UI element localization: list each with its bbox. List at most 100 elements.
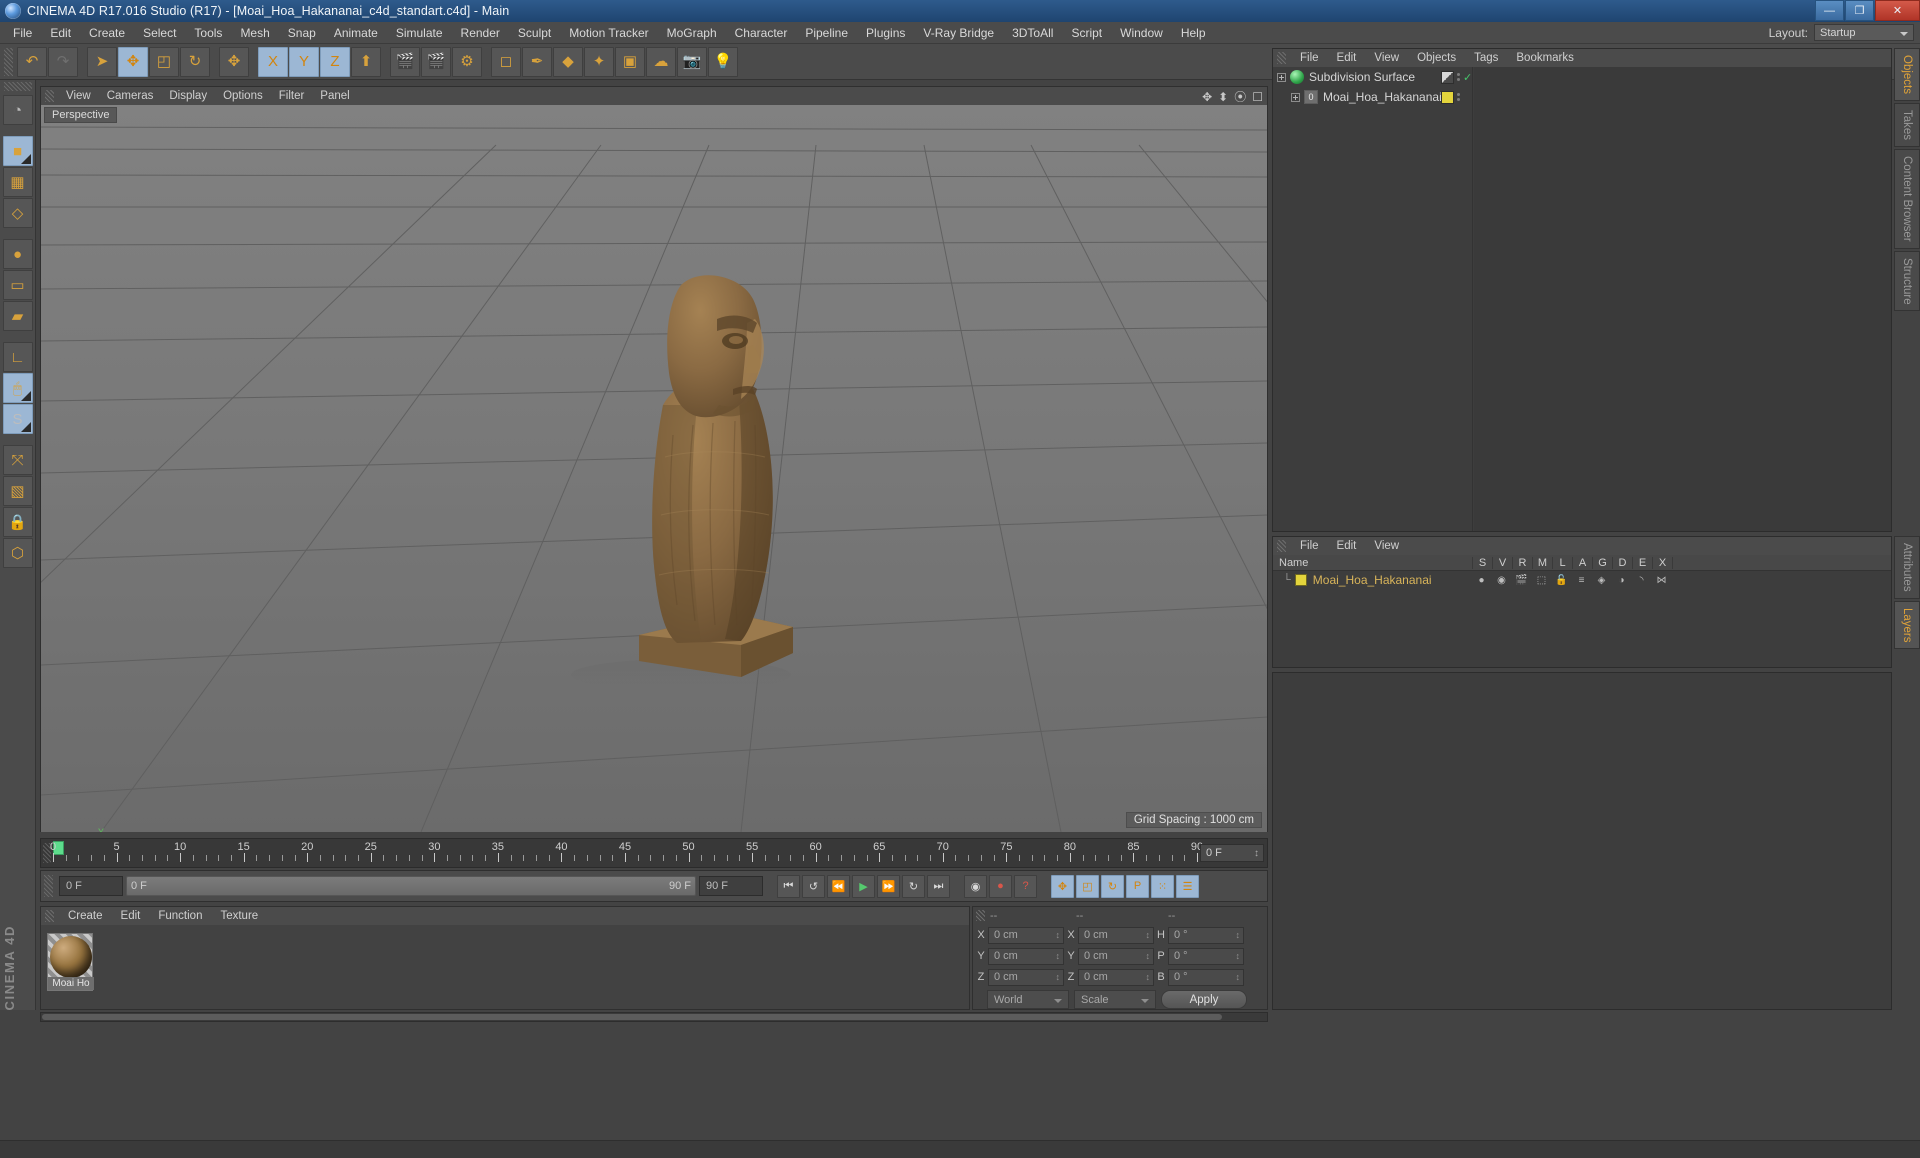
y-axis-lock-icon[interactable]: Y bbox=[289, 46, 319, 77]
material-menu-edit[interactable]: Edit bbox=[112, 910, 150, 922]
layer-toggle-s-icon[interactable]: ● bbox=[1475, 575, 1488, 586]
timeline-ticks[interactable]: 0 5 10 15 20 25 30 35 40 45 50 55 60 65 70 75 80 85 90 bbox=[50, 839, 1203, 868]
menu-script[interactable]: Script bbox=[1062, 22, 1111, 44]
go-to-start-button[interactable]: ⏮ bbox=[777, 874, 800, 898]
menu-edit[interactable]: Edit bbox=[41, 22, 80, 44]
menu-animate[interactable]: Animate bbox=[325, 22, 387, 44]
scale-tool-icon[interactable]: ◰ bbox=[149, 46, 179, 77]
maximize-button[interactable]: ❐ bbox=[1845, 0, 1874, 21]
menu-file[interactable]: File bbox=[4, 22, 41, 44]
polygons-mode-icon[interactable]: ▰ bbox=[2, 301, 33, 331]
layer-color-swatch[interactable] bbox=[1294, 574, 1307, 586]
viewport-menu-view[interactable]: View bbox=[58, 90, 99, 102]
axis-mode-icon[interactable]: ∟ bbox=[2, 342, 33, 372]
model-mode-icon[interactable]: ■ bbox=[2, 136, 33, 166]
rotate-tool-icon[interactable]: ↻ bbox=[180, 46, 210, 77]
position-keyframe-button[interactable]: ✥ bbox=[1051, 874, 1074, 898]
object-row[interactable]: 0 Moai_Hoa_Hakananai bbox=[1273, 87, 1472, 107]
enable-axis-modification-icon[interactable]: 🖱 bbox=[2, 373, 33, 403]
material-menu-create[interactable]: Create bbox=[59, 910, 112, 922]
add-deformer-icon[interactable]: ▣ bbox=[615, 46, 645, 77]
undo-icon[interactable]: ↶ bbox=[17, 46, 47, 77]
object-menu-objects[interactable]: Objects bbox=[1408, 52, 1465, 64]
rotation-keyframe-button[interactable]: ↻ bbox=[1101, 874, 1124, 898]
mode-toolbar-grip[interactable] bbox=[3, 82, 32, 91]
layer-menu-view[interactable]: View bbox=[1365, 540, 1408, 552]
workplane-snapping-icon[interactable]: ⬡ bbox=[2, 538, 33, 568]
layer-toggle-x-icon[interactable]: ⋈ bbox=[1655, 575, 1668, 586]
close-button[interactable]: ✕ bbox=[1875, 0, 1920, 21]
spinner-icon[interactable]: ↕ bbox=[1236, 930, 1241, 940]
layer-menu-edit[interactable]: Edit bbox=[1328, 540, 1366, 552]
object-menu-edit[interactable]: Edit bbox=[1328, 52, 1366, 64]
dock-tab-content-browser[interactable]: Content Browser bbox=[1894, 149, 1920, 249]
add-camera-icon[interactable]: 📷 bbox=[677, 46, 707, 77]
menu-pipeline[interactable]: Pipeline bbox=[796, 22, 857, 44]
visibility-dots-icon[interactable] bbox=[1457, 73, 1460, 81]
menu-mesh[interactable]: Mesh bbox=[231, 22, 278, 44]
rotation-h-field[interactable]: 0 ° ↕ bbox=[1168, 926, 1244, 944]
layout-select[interactable]: Startup bbox=[1814, 24, 1914, 41]
current-frame-field[interactable]: 0 F bbox=[59, 876, 123, 896]
viewport-menu-cameras[interactable]: Cameras bbox=[99, 90, 162, 102]
keyframe-selection-button[interactable]: ? bbox=[1014, 874, 1037, 898]
dock-tab-layers[interactable]: Layers bbox=[1894, 600, 1920, 650]
material-menu-texture[interactable]: Texture bbox=[211, 910, 267, 922]
rotation-b-field[interactable]: 0 ° ↕ bbox=[1168, 968, 1244, 986]
rotate-view-icon[interactable]: ⦿ bbox=[1234, 88, 1246, 105]
layer-toggle-v-icon[interactable]: ◉ bbox=[1495, 575, 1508, 586]
menu-snap[interactable]: Snap bbox=[279, 22, 325, 44]
viewport-menu-display[interactable]: Display bbox=[161, 90, 215, 102]
menu-help[interactable]: Help bbox=[1172, 22, 1215, 44]
object-row[interactable]: Subdivision Surface ✓ bbox=[1273, 67, 1472, 87]
menu-3dtoall[interactable]: 3DToAll bbox=[1003, 22, 1062, 44]
scale-keyframe-button[interactable]: ◰ bbox=[1076, 874, 1099, 898]
animbar-grip[interactable] bbox=[44, 875, 53, 897]
material-manager-grip[interactable] bbox=[45, 910, 54, 922]
size-x-field[interactable]: 0 cm ↕ bbox=[1078, 926, 1154, 944]
menu-motion-tracker[interactable]: Motion Tracker bbox=[560, 22, 657, 44]
timeline-current-frame[interactable]: 0 F bbox=[1200, 844, 1264, 862]
step-forward-button[interactable]: ⏩ bbox=[877, 874, 900, 898]
render-view-icon[interactable]: 🎬 bbox=[390, 46, 420, 77]
timeline-ruler[interactable]: 0 5 10 15 20 25 30 35 40 45 50 55 60 65 70 75 80 85 90 0 F bbox=[40, 838, 1268, 868]
add-environment-icon[interactable]: ☁ bbox=[646, 46, 676, 77]
add-spline-icon[interactable]: ✒ bbox=[522, 46, 552, 77]
zoom-view-icon[interactable]: ⬍ bbox=[1218, 90, 1228, 104]
menu-tools[interactable]: Tools bbox=[185, 22, 231, 44]
go-to-end-button[interactable]: ⏭ bbox=[927, 874, 950, 898]
live-selection-icon[interactable]: ➤ bbox=[87, 46, 117, 77]
workplane-mode-icon[interactable]: ◇ bbox=[2, 198, 33, 228]
layer-menu-file[interactable]: File bbox=[1291, 540, 1328, 552]
size-y-field[interactable]: 0 cm ↕ bbox=[1078, 947, 1154, 965]
edges-mode-icon[interactable]: ▭ bbox=[2, 270, 33, 300]
viewport-menu-options[interactable]: Options bbox=[215, 90, 271, 102]
object-menu-bookmarks[interactable]: Bookmarks bbox=[1507, 52, 1583, 64]
perspective-viewport[interactable]: Perspective Grid Spacing : 1000 cm Y bbox=[41, 105, 1267, 832]
record-active-objects-button[interactable]: ◉ bbox=[964, 874, 987, 898]
layer-toggle-l-icon[interactable]: 🔓 bbox=[1555, 575, 1568, 586]
menu-create[interactable]: Create bbox=[80, 22, 134, 44]
coordinates-grip[interactable] bbox=[976, 910, 985, 921]
redo-icon[interactable]: ↷ bbox=[48, 46, 78, 77]
object-menu-view[interactable]: View bbox=[1365, 52, 1408, 64]
material-menu-function[interactable]: Function bbox=[149, 910, 211, 922]
size-mode-select[interactable]: Scale bbox=[1074, 990, 1156, 1009]
z-axis-lock-icon[interactable]: Z bbox=[320, 46, 350, 77]
enabled-check-icon[interactable]: ✓ bbox=[1463, 71, 1472, 84]
world-object-coordinates-icon[interactable]: ⬆ bbox=[351, 46, 381, 77]
layer-manager-grip[interactable] bbox=[1277, 540, 1286, 552]
spinner-icon[interactable]: ↕ bbox=[1236, 951, 1241, 961]
dock-tab-objects[interactable]: Objects bbox=[1894, 48, 1920, 101]
spinner-icon[interactable]: ↕ bbox=[1146, 930, 1151, 940]
add-cube-object-icon[interactable]: ◻ bbox=[491, 46, 521, 77]
render-to-picture-viewer-icon[interactable]: 🎬 bbox=[421, 46, 451, 77]
add-subdivision-surface-icon[interactable]: ✦ bbox=[584, 46, 614, 77]
subdivision-tag-icon[interactable] bbox=[1441, 70, 1454, 84]
viewport-horizontal-scrollbar[interactable] bbox=[40, 1012, 1268, 1022]
layer-row[interactable]: └ Moai_Hoa_Hakananai ● ◉ 🎬 ⬚ 🔓 ≡ ◈ ◑ ◝ ⋈ bbox=[1273, 571, 1891, 589]
preview-range-bar[interactable]: 0 F 90 F bbox=[126, 876, 696, 896]
layer-toggle-icons[interactable]: ● ◉ 🎬 ⬚ 🔓 ≡ ◈ ◑ ◝ ⋈ bbox=[1475, 575, 1668, 586]
visibility-dots-icon[interactable] bbox=[1457, 93, 1460, 101]
toggle-layout-icon[interactable]: ☐ bbox=[1252, 90, 1263, 104]
